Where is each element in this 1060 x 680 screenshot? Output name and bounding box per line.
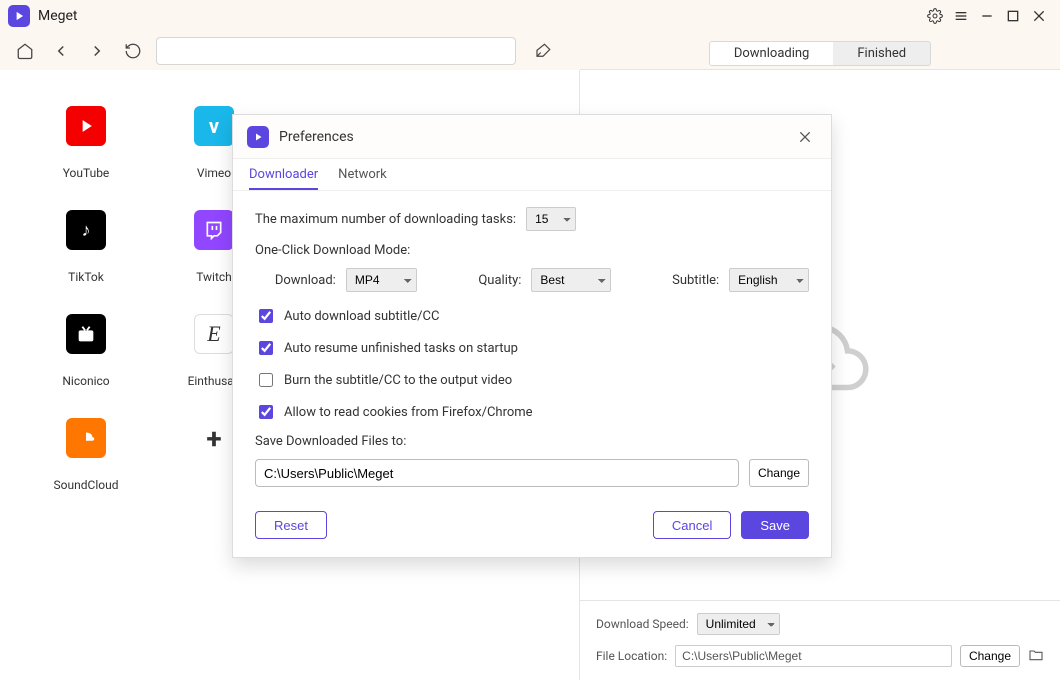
home-icon[interactable] xyxy=(12,38,38,64)
app-title: Meget xyxy=(38,8,78,24)
location-label: File Location: xyxy=(596,649,667,663)
titlebar: Meget xyxy=(0,0,1060,32)
tab-downloader[interactable]: Downloader xyxy=(249,159,318,190)
site-label: Niconico xyxy=(62,374,109,388)
url-input[interactable] xyxy=(156,37,516,65)
change-path-button[interactable]: Change xyxy=(749,459,809,487)
site-tiktok[interactable]: ♪ TikTok xyxy=(22,202,150,306)
close-button[interactable] xyxy=(1026,3,1052,29)
site-label: TikTok xyxy=(68,270,104,284)
save-path-input[interactable] xyxy=(255,459,739,487)
quality-label: Quality: xyxy=(478,273,521,288)
tab-downloading[interactable]: Downloading xyxy=(710,42,834,65)
forward-icon[interactable] xyxy=(84,38,110,64)
chk-label: Auto download subtitle/CC xyxy=(284,309,439,324)
chk-label: Allow to read cookies from Firefox/Chrom… xyxy=(284,405,533,420)
reload-icon[interactable] xyxy=(120,38,146,64)
quality-select[interactable]: Best xyxy=(531,268,611,292)
max-tasks-label: The maximum number of downloading tasks: xyxy=(255,212,516,227)
chk-auto-resume[interactable] xyxy=(259,341,273,355)
site-label: Twitch xyxy=(196,270,232,284)
max-tasks-select[interactable]: 15 xyxy=(526,207,576,231)
reset-button[interactable]: Reset xyxy=(255,511,327,539)
clear-icon[interactable] xyxy=(530,38,556,64)
chk-read-cookies[interactable] xyxy=(259,405,273,419)
menu-icon[interactable] xyxy=(948,3,974,29)
chk-auto-subtitle[interactable] xyxy=(259,309,273,323)
site-label: Vimeo xyxy=(197,166,231,180)
site-niconico[interactable]: Niconico xyxy=(22,306,150,410)
chk-label: Auto resume unfinished tasks on startup xyxy=(284,341,518,356)
app-logo xyxy=(8,5,30,27)
change-location-button[interactable]: Change xyxy=(960,645,1020,667)
site-soundcloud[interactable]: SoundCloud xyxy=(22,410,150,514)
close-icon[interactable] xyxy=(793,125,817,149)
site-youtube[interactable]: YouTube xyxy=(22,98,150,202)
subtitle-select[interactable]: English xyxy=(729,268,809,292)
download-format-label: Download: xyxy=(275,273,336,288)
folder-icon[interactable] xyxy=(1028,647,1044,666)
download-format-select[interactable]: MP4 xyxy=(346,268,418,292)
subtitle-label: Subtitle: xyxy=(672,273,719,288)
settings-icon[interactable] xyxy=(922,3,948,29)
site-label: SoundCloud xyxy=(54,478,119,492)
tab-network[interactable]: Network xyxy=(338,159,387,190)
save-to-label: Save Downloaded Files to: xyxy=(255,434,809,449)
speed-select[interactable]: Unlimited xyxy=(697,613,780,635)
dialog-title: Preferences xyxy=(279,129,354,145)
bottom-info: Download Speed: Unlimited File Location:… xyxy=(580,600,1060,680)
save-button[interactable]: Save xyxy=(741,511,809,539)
minimize-button[interactable] xyxy=(974,3,1000,29)
chk-label: Burn the subtitle/CC to the output video xyxy=(284,373,512,388)
site-label: YouTube xyxy=(63,166,110,180)
location-input[interactable] xyxy=(675,645,952,667)
dialog-logo xyxy=(247,126,269,148)
download-tabs: Downloading Finished xyxy=(709,41,931,66)
chk-burn-subtitle[interactable] xyxy=(259,373,273,387)
cancel-button[interactable]: Cancel xyxy=(653,511,731,539)
maximize-button[interactable] xyxy=(1000,3,1026,29)
speed-label: Download Speed: xyxy=(596,617,689,631)
preferences-dialog: Preferences Downloader Network The maxim… xyxy=(232,114,832,558)
back-icon[interactable] xyxy=(48,38,74,64)
mode-heading: One-Click Download Mode: xyxy=(255,243,809,258)
tab-finished[interactable]: Finished xyxy=(833,42,930,65)
